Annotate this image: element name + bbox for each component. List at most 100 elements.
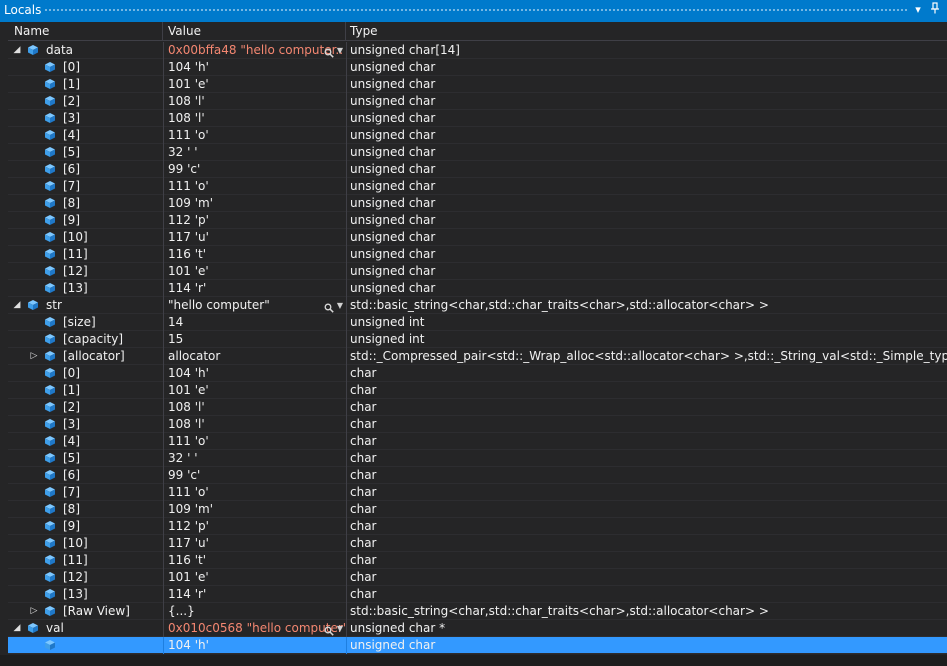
visualizer-dropdown-icon[interactable]: ▼ — [337, 43, 343, 59]
value-cell[interactable]: 114 'r' — [163, 586, 345, 603]
value-cell[interactable]: 117 'u' — [163, 229, 345, 246]
variable-value[interactable]: 108 'l' — [168, 417, 205, 431]
column-header-name[interactable]: Name — [14, 24, 49, 38]
tree-row-member[interactable]: [1] 101 'e' char — [8, 382, 947, 399]
text-visualizer-magnifier-icon[interactable] — [324, 46, 334, 58]
variable-value[interactable]: 15 — [168, 332, 183, 346]
value-cell[interactable]: 108 'l' — [163, 399, 345, 416]
variable-value[interactable]: 101 'e' — [168, 264, 209, 278]
tree-row-variable[interactable]: ◢ str "hello computer" ▼ std::basic_string<c… — [8, 297, 947, 314]
value-cell[interactable]: 14 — [163, 314, 345, 331]
value-cell[interactable]: allocator — [163, 348, 345, 365]
value-cell[interactable]: 108 'l' — [163, 110, 345, 127]
column-resize-handle-value[interactable] — [345, 22, 346, 41]
tree-row-member[interactable]: [10] 117 'u' unsigned char — [8, 229, 947, 246]
tree-row-member[interactable]: [0] 104 'h' unsigned char — [8, 59, 947, 76]
variable-value[interactable]: 101 'e' — [168, 383, 209, 397]
tree-row-member[interactable]: [2] 108 'l' char — [8, 399, 947, 416]
value-cell[interactable]: 108 'l' — [163, 93, 345, 110]
value-cell[interactable]: 99 'c' — [163, 467, 345, 484]
value-cell[interactable]: 0x00bffa48 "hello computer.. ▼ — [163, 42, 345, 59]
tree-row-member[interactable]: [7] 111 'o' unsigned char — [8, 178, 947, 195]
tree-row-member[interactable]: [1] 101 'e' unsigned char — [8, 76, 947, 93]
variable-value[interactable]: 32 ' ' — [168, 451, 198, 465]
tree-row-member[interactable]: ▷ [Raw View] {...} std::basic_string<char,s… — [8, 603, 947, 620]
expand-triangle-icon[interactable]: ▷ — [29, 350, 39, 362]
value-cell[interactable]: 101 'e' — [163, 569, 345, 586]
tree-row-member[interactable]: [8] 109 'm' char — [8, 501, 947, 518]
variable-value[interactable]: allocator — [168, 349, 220, 363]
variable-value[interactable]: 117 'u' — [168, 230, 209, 244]
variable-value[interactable]: 101 'e' — [168, 77, 209, 91]
variable-value[interactable]: 111 'o' — [168, 434, 209, 448]
pin-icon[interactable] — [928, 2, 942, 18]
value-cell[interactable]: 117 'u' — [163, 535, 345, 552]
visualizer-dropdown-icon[interactable]: ▼ — [337, 298, 343, 314]
tree-row-member[interactable]: [7] 111 'o' char — [8, 484, 947, 501]
tree-row-member[interactable]: ▷ [allocator] allocator std::_Compressed_pa… — [8, 348, 947, 365]
tree-row-member[interactable]: [3] 108 'l' char — [8, 416, 947, 433]
tree-row-member[interactable]: [10] 117 'u' char — [8, 535, 947, 552]
value-cell[interactable]: 99 'c' — [163, 161, 345, 178]
variable-value[interactable]: 111 'o' — [168, 179, 209, 193]
tree-row-member[interactable]: [size] 14 unsigned int — [8, 314, 947, 331]
variable-value[interactable]: 109 'm' — [168, 196, 213, 210]
variable-value[interactable]: 109 'm' — [168, 502, 213, 516]
tree-row-variable[interactable]: ◢ val 0x010c0568 "hello computer' ▼ unsigned… — [8, 620, 947, 637]
variable-value[interactable]: 114 'r' — [168, 587, 206, 601]
collapse-triangle-icon[interactable]: ◢ — [12, 44, 22, 56]
tree-row-member[interactable]: [4] 111 'o' unsigned char — [8, 127, 947, 144]
variable-value[interactable]: 112 'p' — [168, 519, 209, 533]
tree-row-member[interactable]: [capacity] 15 unsigned int — [8, 331, 947, 348]
value-cell[interactable]: 109 'm' — [163, 195, 345, 212]
value-cell[interactable]: 111 'o' — [163, 484, 345, 501]
value-cell[interactable]: 116 't' — [163, 246, 345, 263]
tree-row-member[interactable]: [5] 32 ' ' char — [8, 450, 947, 467]
value-cell[interactable]: 15 — [163, 331, 345, 348]
tree-row-member[interactable]: [11] 116 't' char — [8, 552, 947, 569]
variable-value[interactable]: 114 'r' — [168, 281, 206, 295]
tree-row-member[interactable]: [5] 32 ' ' unsigned char — [8, 144, 947, 161]
tree-row-member[interactable]: [6] 99 'c' char — [8, 467, 947, 484]
tree-row-member[interactable]: [11] 116 't' unsigned char — [8, 246, 947, 263]
variable-value[interactable]: 32 ' ' — [168, 145, 198, 159]
tree-row-member[interactable]: [4] 111 'o' char — [8, 433, 947, 450]
expand-triangle-icon[interactable]: ▷ — [29, 605, 39, 617]
tree-row-member[interactable]: [13] 114 'r' char — [8, 586, 947, 603]
collapse-triangle-icon[interactable]: ◢ — [12, 299, 22, 311]
variable-value[interactable]: 99 'c' — [168, 162, 200, 176]
value-cell[interactable]: 104 'h' — [163, 59, 345, 76]
variable-value[interactable]: 104 'h' — [168, 60, 209, 74]
variable-value[interactable]: 101 'e' — [168, 570, 209, 584]
text-visualizer-magnifier-icon[interactable] — [324, 301, 334, 313]
tree-row-member[interactable]: [12] 101 'e' char — [8, 569, 947, 586]
variable-value[interactable]: 116 't' — [168, 553, 206, 567]
collapse-triangle-icon[interactable]: ◢ — [12, 622, 22, 634]
variable-value[interactable]: 112 'p' — [168, 213, 209, 227]
tree-row-member[interactable]: [12] 101 'e' unsigned char — [8, 263, 947, 280]
tree-row-variable[interactable]: ◢ data 0x00bffa48 "hello computer.. ▼ unsign… — [8, 42, 947, 59]
value-cell[interactable]: 114 'r' — [163, 280, 345, 297]
variable-value[interactable]: 99 'c' — [168, 468, 200, 482]
value-cell[interactable]: 111 'o' — [163, 178, 345, 195]
variable-value[interactable]: "hello computer" — [168, 298, 270, 312]
variable-value[interactable]: 111 'o' — [168, 128, 209, 142]
variable-value[interactable]: 0x010c0568 "hello computer' — [168, 621, 345, 635]
tree-row-member[interactable]: [3] 108 'l' unsigned char — [8, 110, 947, 127]
value-cell[interactable]: "hello computer" ▼ — [163, 297, 345, 314]
visualizer-dropdown-icon[interactable]: ▼ — [337, 621, 343, 637]
variable-value[interactable]: {...} — [168, 604, 195, 618]
value-cell[interactable]: 111 'o' — [163, 433, 345, 450]
tree-row-member[interactable]: 104 'h' unsigned char — [8, 637, 947, 654]
value-cell[interactable]: 116 't' — [163, 552, 345, 569]
value-cell[interactable]: 101 'e' — [163, 382, 345, 399]
variable-value[interactable]: 104 'h' — [168, 366, 209, 380]
value-cell[interactable]: 0x010c0568 "hello computer' ▼ — [163, 620, 345, 637]
tree-row-member[interactable]: [6] 99 'c' unsigned char — [8, 161, 947, 178]
value-cell[interactable]: 108 'l' — [163, 416, 345, 433]
tree-row-member[interactable]: [9] 112 'p' char — [8, 518, 947, 535]
variable-value[interactable]: 108 'l' — [168, 400, 205, 414]
value-cell[interactable]: 32 ' ' — [163, 144, 345, 161]
value-cell[interactable]: 109 'm' — [163, 501, 345, 518]
tree-row-member[interactable]: [0] 104 'h' char — [8, 365, 947, 382]
